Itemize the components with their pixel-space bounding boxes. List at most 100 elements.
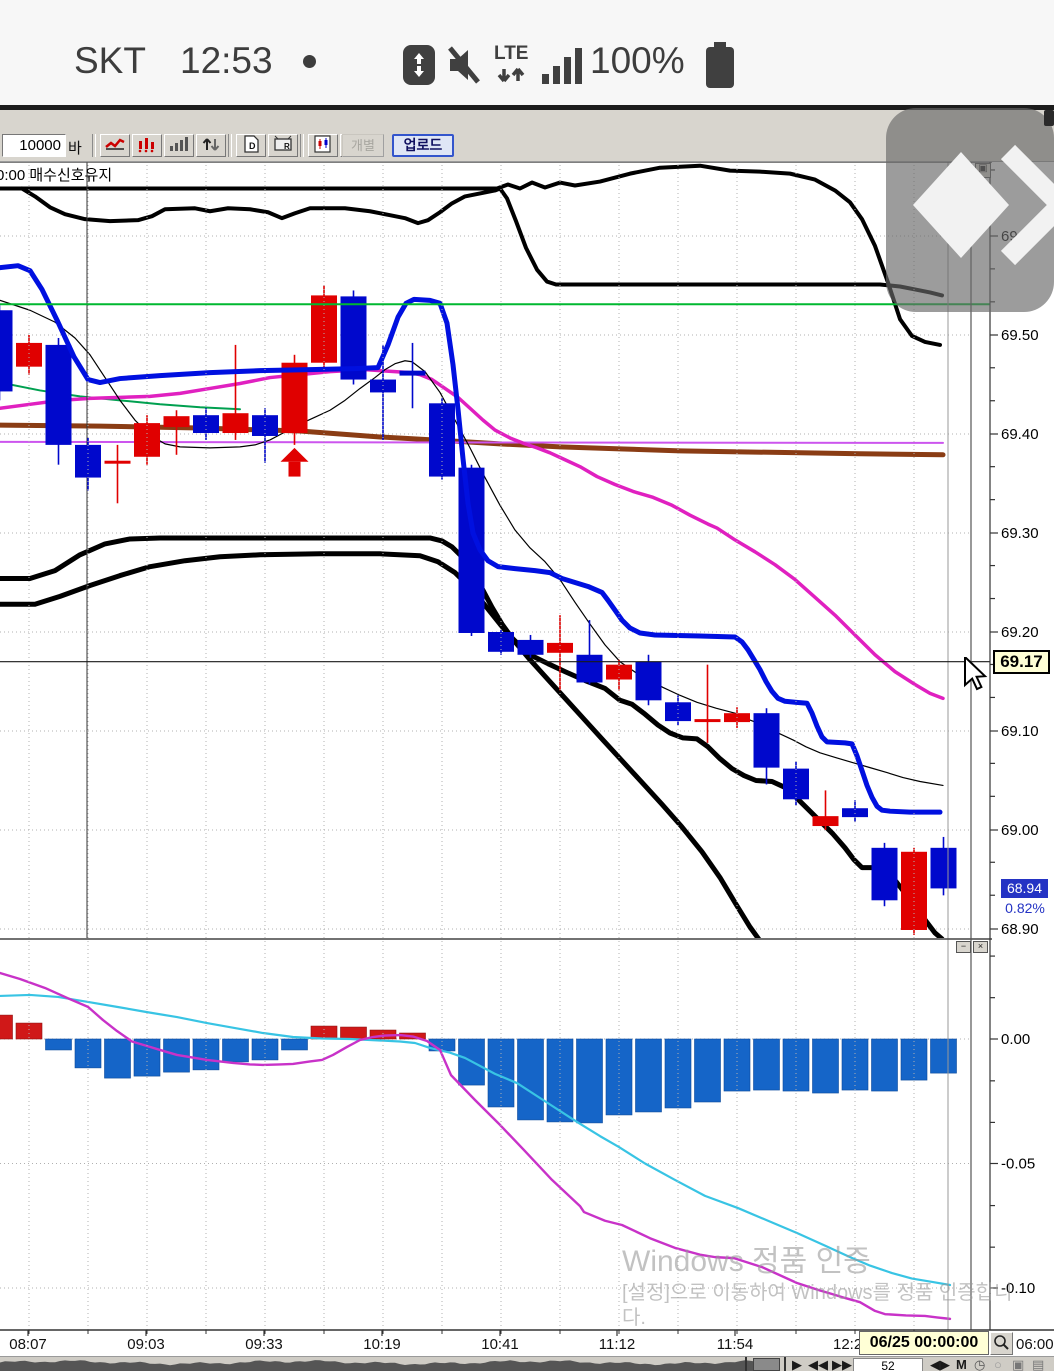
chart-navigator[interactable]: ▶ ◀◀ ▶▶ 52 ◀▶ M ◷ ○ ▣ ▤ bbox=[0, 1356, 1054, 1371]
clock-label: 12:53 bbox=[180, 40, 273, 82]
circle-icon[interactable]: ○ bbox=[994, 1357, 1002, 1371]
svg-text:R: R bbox=[284, 142, 290, 151]
y-axis-label: 69.10 bbox=[1001, 723, 1039, 740]
osc-histogram-bar bbox=[754, 1039, 780, 1090]
floating-nav-overlay[interactable] bbox=[886, 108, 1054, 312]
osc-histogram-bar bbox=[931, 1039, 957, 1073]
osc-histogram-bar bbox=[813, 1039, 839, 1093]
candle-body bbox=[518, 640, 544, 655]
candle-body bbox=[282, 363, 308, 433]
watermark-line: 다. bbox=[622, 1306, 1012, 1331]
bar-count-input[interactable] bbox=[2, 134, 66, 157]
toolbar-separator bbox=[300, 134, 304, 157]
navigator-position-input[interactable]: 52 bbox=[853, 1358, 923, 1371]
osc-histogram-bar bbox=[842, 1039, 868, 1090]
band-upper-outer-line bbox=[0, 166, 940, 345]
clock-icon[interactable]: ◷ bbox=[974, 1357, 985, 1371]
candle-body bbox=[636, 662, 662, 701]
chevron-right-icon bbox=[1008, 152, 1054, 258]
grid-icon[interactable]: ▣ bbox=[1012, 1357, 1024, 1371]
osc-histogram-bar bbox=[105, 1039, 131, 1078]
osc-histogram-bar bbox=[518, 1039, 544, 1120]
indicator-minimize-button[interactable]: − bbox=[956, 941, 971, 953]
volume-bars-button[interactable] bbox=[164, 134, 194, 157]
windows-activation-watermark: Windows 정품 인증 [설정]으로 이동하여 Windows를 정품 인증… bbox=[622, 1243, 1012, 1331]
candle-body bbox=[164, 416, 190, 427]
candle-body bbox=[16, 343, 42, 367]
step-icons[interactable]: ◀▶ bbox=[930, 1357, 950, 1371]
osc-histogram-bar bbox=[606, 1039, 632, 1115]
sort-arrows-button[interactable] bbox=[196, 134, 226, 157]
buy-signal-arrow-icon bbox=[281, 448, 309, 462]
candle-body bbox=[0, 310, 13, 391]
screen-r-button[interactable]: R bbox=[268, 134, 298, 157]
toolbar-separator bbox=[228, 134, 232, 157]
mouse-cursor bbox=[963, 657, 993, 691]
time-search-button[interactable] bbox=[990, 1332, 1013, 1355]
rewind-button[interactable]: ◀◀ bbox=[808, 1357, 828, 1371]
svg-text:LTE: LTE bbox=[494, 43, 528, 64]
y-axis-label: 69.50 bbox=[1001, 327, 1039, 344]
indicator-close-button[interactable]: × bbox=[973, 941, 988, 953]
osc-histogram-bar bbox=[46, 1039, 72, 1050]
candle-body bbox=[872, 848, 898, 900]
session-start-box: 06/25 00:00:00 bbox=[859, 1331, 989, 1355]
signal-line-icon bbox=[104, 140, 126, 157]
carrier-label: SKT bbox=[74, 40, 146, 82]
upload-button[interactable]: 업로드 bbox=[392, 134, 454, 157]
osc-histogram-bar bbox=[223, 1039, 249, 1062]
document-d-button[interactable]: D bbox=[236, 134, 266, 157]
candle-body bbox=[400, 371, 426, 376]
signal-line-button[interactable] bbox=[100, 134, 130, 157]
osc-histogram-bar bbox=[0, 1015, 13, 1039]
toolbar-separator bbox=[92, 134, 96, 157]
pattern-bars-button[interactable] bbox=[132, 134, 162, 157]
navigator-handle-left[interactable] bbox=[745, 1357, 747, 1371]
y-axis-label: 69.30 bbox=[1001, 525, 1039, 542]
individual-button[interactable]: 개별 bbox=[342, 134, 384, 157]
osc-cyan-line bbox=[0, 995, 950, 1285]
candle-report-icon bbox=[312, 140, 334, 157]
play-button[interactable]: ▶ bbox=[792, 1357, 802, 1371]
navigator-handle-right[interactable] bbox=[784, 1357, 786, 1371]
osc-histogram-bar bbox=[695, 1039, 721, 1102]
navigator-thumb[interactable] bbox=[753, 1358, 780, 1371]
list-icon[interactable]: ▤ bbox=[1032, 1357, 1044, 1371]
y-axis-label: 0.00 bbox=[1001, 1031, 1030, 1048]
candle-body bbox=[931, 848, 957, 889]
status-bar: SKT 12:53 LTE 100% bbox=[0, 0, 1054, 105]
crosshair-price-label: 69.17 bbox=[993, 650, 1050, 674]
magnifier-icon bbox=[991, 1333, 1012, 1354]
next-session-label: 06:00 bbox=[1016, 1336, 1054, 1353]
y-axis-label: 69.20 bbox=[1001, 624, 1039, 641]
navigator-waveform bbox=[0, 1357, 790, 1371]
marker-icon[interactable]: M bbox=[956, 1357, 967, 1371]
buy-signal-status-label: 0:00 매수신호유지 bbox=[0, 164, 112, 185]
watermark-line: Windows 정품 인증 bbox=[622, 1243, 1012, 1281]
watermark-line: [설정]으로 이동하여 Windows를 정품 인증합니 bbox=[622, 1281, 1012, 1306]
screen-r-icon: R bbox=[272, 140, 294, 157]
candle-report-button[interactable] bbox=[308, 134, 338, 157]
fast-forward-button[interactable]: ▶▶ bbox=[832, 1357, 852, 1371]
signal-icon bbox=[542, 46, 584, 84]
battery-icon bbox=[703, 40, 737, 90]
osc-histogram-bar bbox=[282, 1039, 308, 1050]
candle-body bbox=[105, 461, 131, 464]
osc-histogram-bar bbox=[577, 1039, 603, 1123]
candle-body bbox=[134, 423, 160, 457]
clipped-corner-button bbox=[1044, 110, 1054, 126]
candle-body bbox=[46, 345, 72, 445]
notification-dot-icon bbox=[303, 55, 316, 68]
pattern-bars-icon bbox=[136, 140, 158, 157]
bar-unit-label: 바 bbox=[68, 137, 82, 158]
sort-arrows-icon bbox=[200, 140, 222, 157]
battery-percent-label: 100% bbox=[590, 40, 685, 82]
osc-histogram-bar bbox=[341, 1027, 367, 1039]
diamond-icon bbox=[913, 152, 1009, 258]
candle-body bbox=[223, 413, 249, 433]
candle-body bbox=[901, 852, 927, 930]
navigator-data-shape bbox=[0, 1360, 755, 1371]
data-saver-icon bbox=[402, 43, 436, 87]
y-axis-label: 69.40 bbox=[1001, 426, 1039, 443]
lte-icon: LTE bbox=[492, 41, 536, 89]
